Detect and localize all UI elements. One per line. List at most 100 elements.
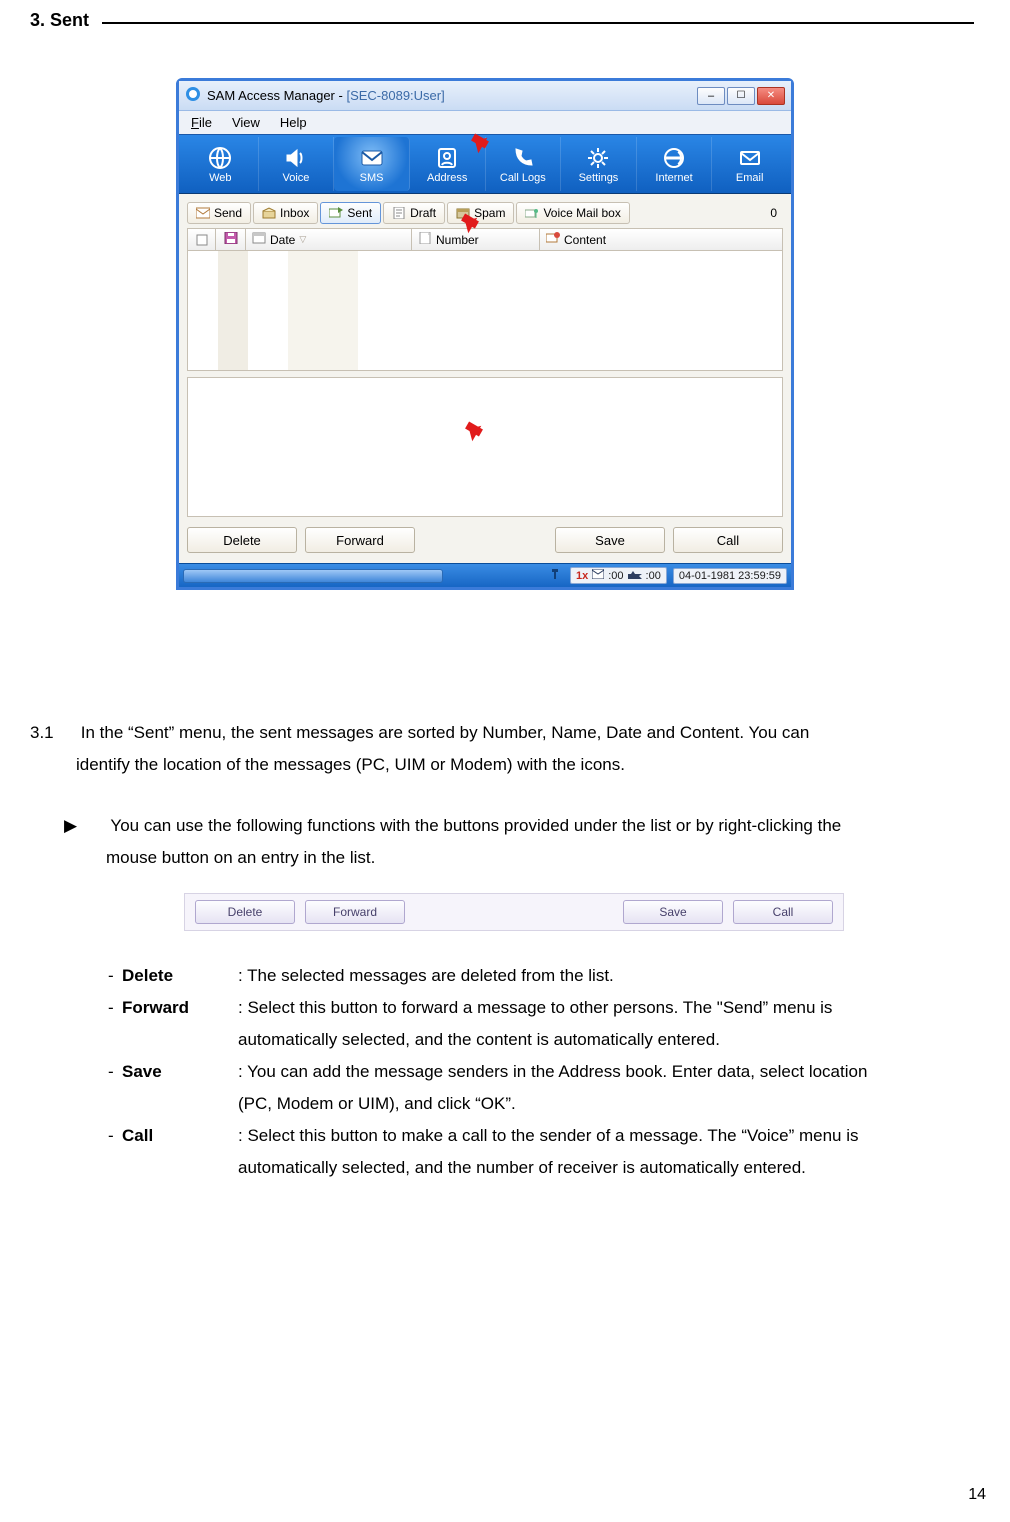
ribbon-sms-label: SMS [360,172,384,184]
section-title: Sent [50,10,89,30]
call-button-sample[interactable]: Call [733,900,833,924]
inbox-icon [262,207,276,219]
flag-icon [628,569,642,582]
ribbon-email[interactable]: Email [712,137,787,191]
ribbon-internet-label: Internet [655,172,692,184]
ribbon-settings[interactable]: Settings [561,137,637,191]
para-number: 3.1 [30,717,76,749]
tab-voicemail-label: Voice Mail box [543,206,620,220]
tab-voicemail[interactable]: Voice Mail box [516,202,629,224]
save-button-sample[interactable]: Save [623,900,723,924]
grid-col-stripe [358,251,782,370]
call-button[interactable]: Call [673,527,783,553]
definitions-list: - Delete : The selected messages are del… [108,960,994,1184]
envelope-icon [358,144,386,172]
ribbon-calllogs[interactable]: Call Logs [486,137,562,191]
close-button[interactable] [757,87,785,105]
status-1x: 1x [576,570,588,582]
bullet-paragraph: ▶ You can use the following functions wi… [64,810,996,874]
triangle-bullet-icon: ▶ [64,810,106,842]
spacer [423,527,547,553]
def-forward: - Forward : Select this button to forwar… [108,992,994,1056]
def-call-name: Call [122,1120,238,1184]
tab-spam-label: Spam [474,206,505,220]
def-save-text: : You can add the message senders in the… [238,1056,994,1120]
header-date-label: Date [270,233,295,247]
diskette-icon [224,232,238,247]
grid-col-stripe [218,251,248,370]
ribbon-voice[interactable]: Voice [259,137,335,191]
header-number[interactable]: Number [412,229,540,250]
tab-send[interactable]: Send [187,202,251,224]
tab-draft[interactable]: Draft [383,202,445,224]
app-subtitle: [SEC-8089:User] [346,88,444,103]
title-bar[interactable]: SAM Access Manager - [SEC-8089:User] [179,81,791,111]
sent-icon [329,207,343,219]
ribbon-settings-label: Settings [579,172,619,184]
envelope-mini-icon [592,569,604,582]
def-forward-name: Forward [122,992,238,1056]
ribbon-address-label: Address [427,172,467,184]
tab-sent[interactable]: Sent [320,202,381,224]
app-title-text: SAM Access Manager - [207,88,346,103]
tab-inbox[interactable]: Inbox [253,202,318,224]
grid-header: Date ▽ Number Content [187,228,783,251]
app-title: SAM Access Manager - [SEC-8089:User] [207,88,445,103]
header-number-label: Number [436,233,479,247]
forward-button-sample[interactable]: Forward [305,900,405,924]
detail-pane[interactable] [187,377,783,517]
def-delete-name: Delete [122,960,238,992]
def-call: - Call : Select this button to make a ca… [108,1120,994,1184]
menu-file[interactable]: File [191,115,212,130]
header-checkbox[interactable] [188,229,216,250]
minimize-button[interactable] [697,87,725,105]
envelope-small-icon [196,207,210,219]
header-date[interactable]: Date ▽ [246,229,412,250]
def-call-text: : Select this button to make a call to t… [238,1120,994,1184]
grid-body[interactable] [187,251,783,371]
def-save-b: (PC, Modem or UIM), and click “OK”. [238,1088,994,1120]
def-delete-text: : The selected messages are deleted from… [238,960,994,992]
def-save: - Save : You can add the message senders… [108,1056,994,1120]
save-button[interactable]: Save [555,527,665,553]
def-call-b: automatically selected, and the number o… [238,1152,994,1184]
tab-send-label: Send [214,206,242,220]
sort-desc-icon: ▽ [299,234,306,245]
globe-icon [206,144,234,172]
ribbon-internet[interactable]: Internet [637,137,713,191]
def-delete: - Delete : The selected messages are del… [108,960,994,992]
ribbon-email-label: Email [736,172,764,184]
gear-icon [584,144,612,172]
count-zero: 0 [770,206,783,220]
ribbon-web[interactable]: Web [183,137,259,191]
ribbon-calllogs-label: Call Logs [500,172,546,184]
dash: - [108,1056,122,1120]
calendar-icon [252,232,266,247]
draft-icon [392,207,406,219]
menu-help[interactable]: Help [280,115,307,130]
header-content[interactable]: Content [540,229,782,250]
address-book-icon [433,144,461,172]
status-clock: 04-01-1981 23:59:59 [673,568,787,584]
tab-inbox-label: Inbox [280,206,309,220]
mail-icon [736,144,764,172]
status-segment: 1x :00 :00 [570,567,667,584]
scroll-handle[interactable] [183,569,443,583]
ribbon-sms[interactable]: SMS [334,137,410,191]
header-content-label: Content [564,233,606,247]
status-count1: :00 [608,570,623,582]
voicemail-icon [525,207,539,219]
grid-col-stripe [188,251,218,370]
def-forward-a: : Select this button to forward a messag… [238,998,832,1017]
button-strip-illustration: Delete Forward Save Call [184,893,844,931]
header-save[interactable] [216,229,246,250]
forward-button[interactable]: Forward [305,527,415,553]
para-line2: identify the location of the messages (P… [76,755,625,774]
delete-button[interactable]: Delete [187,527,297,553]
def-call-a: : Select this button to make a call to t… [238,1126,859,1145]
delete-button-sample[interactable]: Delete [195,900,295,924]
maximize-button[interactable] [727,87,755,105]
grid-col-stripe [288,251,358,370]
page-number: 14 [968,1486,986,1504]
menu-view[interactable]: View [232,115,260,130]
